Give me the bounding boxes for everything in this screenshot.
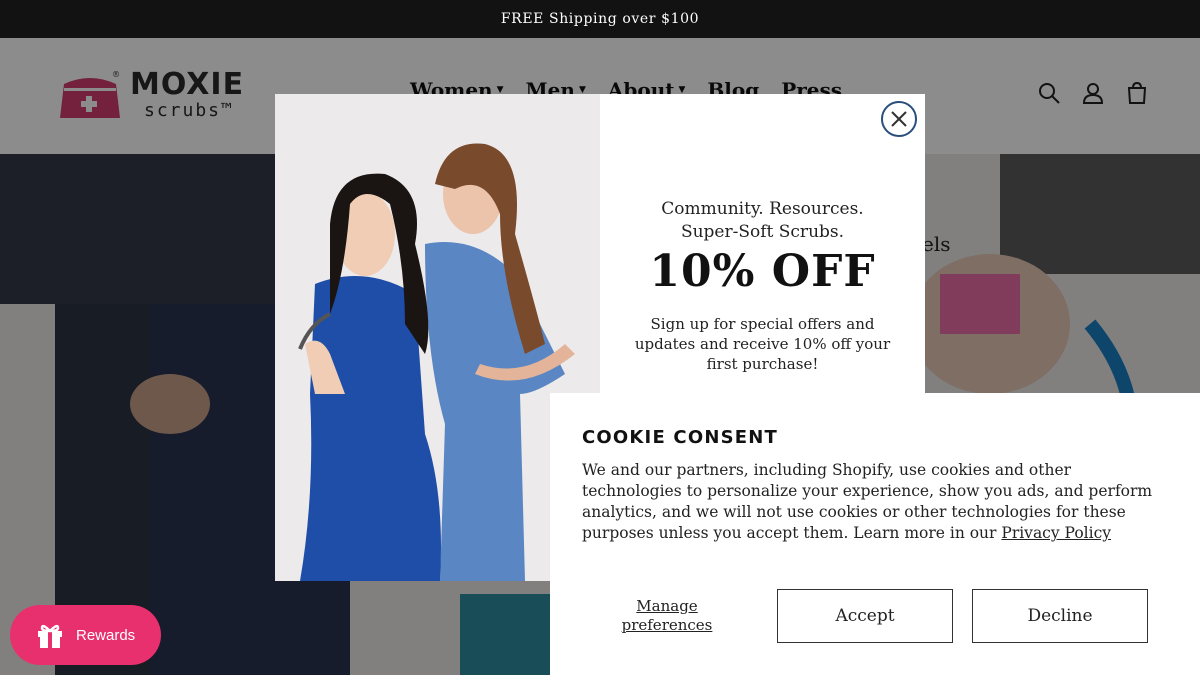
announcement-text: FREE Shipping over $100 <box>500 11 700 27</box>
privacy-policy-link[interactable]: Privacy Policy <box>1001 524 1111 542</box>
popup-offer: 10% OFF <box>649 246 876 297</box>
accept-button[interactable]: Accept <box>777 589 953 643</box>
cookie-body: We and our partners, including Shopify, … <box>582 460 1172 544</box>
announcement-bar: FREE Shipping over $100 <box>0 0 1200 38</box>
gift-icon <box>38 624 62 648</box>
close-button[interactable] <box>881 101 917 137</box>
cookie-title: COOKIE CONSENT <box>582 427 779 448</box>
decline-button[interactable]: Decline <box>972 589 1148 643</box>
cookie-consent-panel: COOKIE CONSENT We and our partners, incl… <box>550 393 1200 675</box>
popup-tagline: Community. Resources. Super-Soft Scrubs. <box>600 198 925 244</box>
close-icon <box>891 111 907 127</box>
popup-tagline-1: Community. Resources. <box>661 199 864 219</box>
manage-preferences-link[interactable]: Manage preferences <box>602 597 732 635</box>
popup-tagline-2: Super-Soft Scrubs. <box>680 222 845 242</box>
rewards-launcher[interactable]: Rewards <box>10 605 161 665</box>
rewards-label: Rewards <box>76 626 136 644</box>
popup-copy: Sign up for special offers and updates a… <box>634 315 891 373</box>
